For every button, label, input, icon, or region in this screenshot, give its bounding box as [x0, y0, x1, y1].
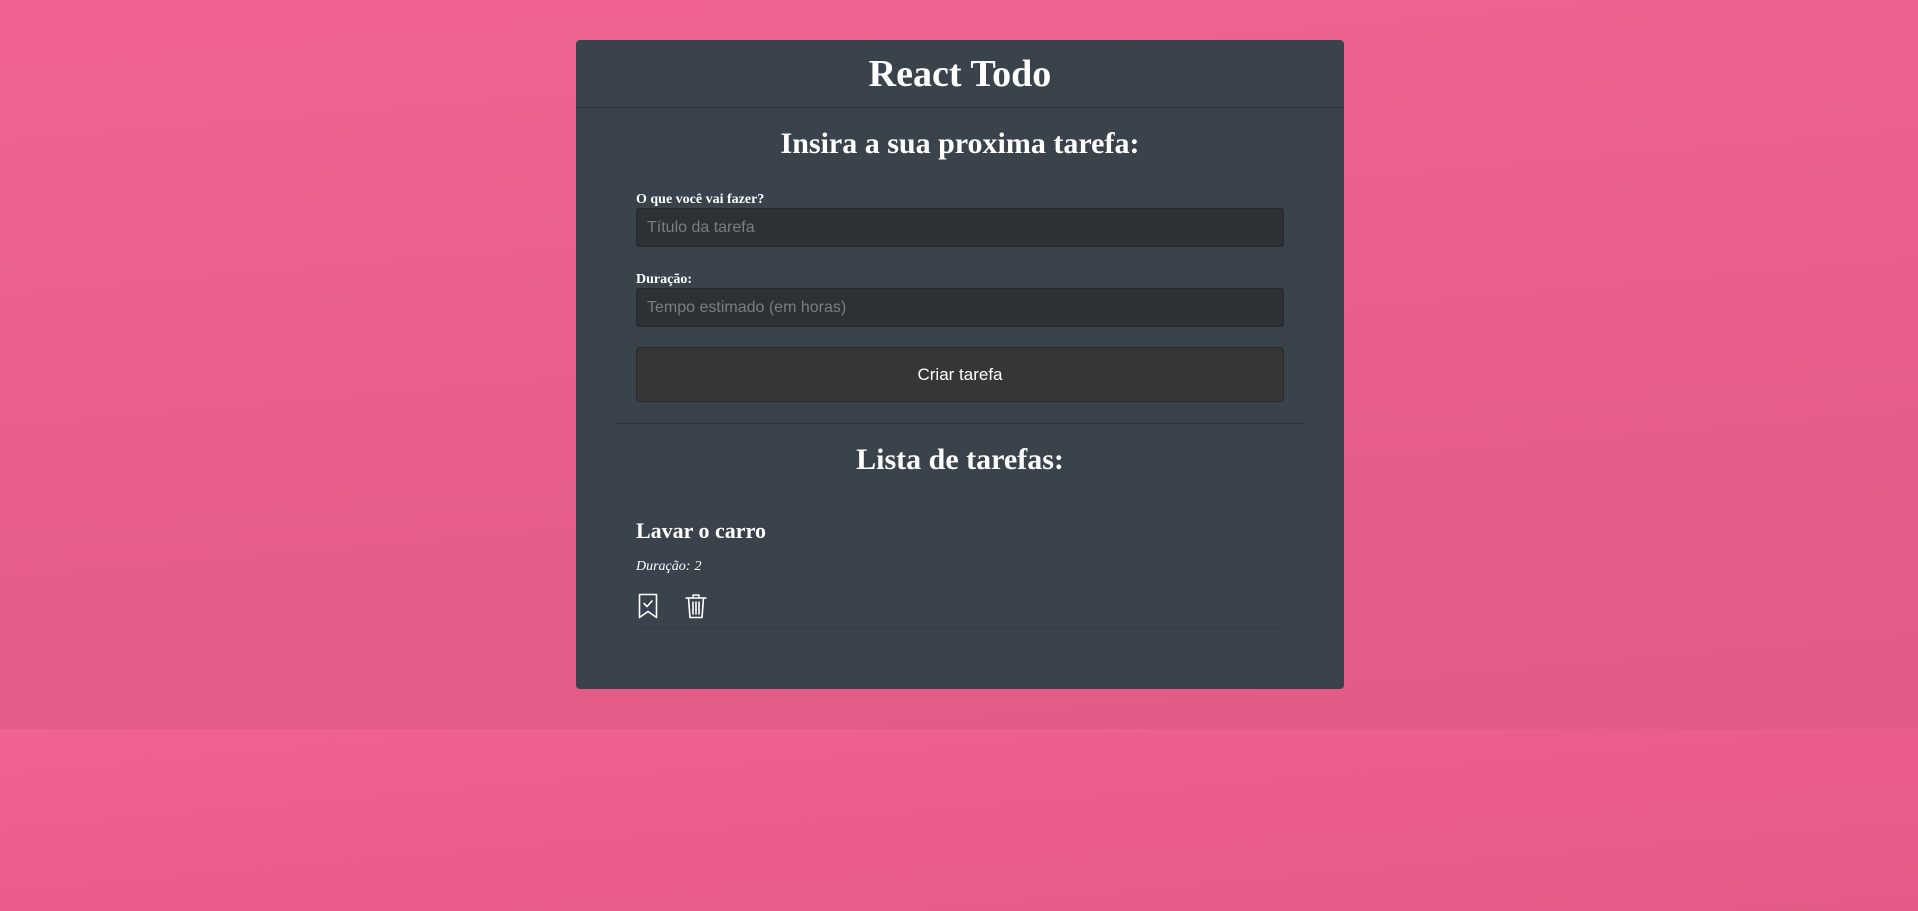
task-duration-value: 2: [694, 559, 702, 574]
task-actions: [636, 592, 708, 620]
create-task-button[interactable]: Criar tarefa: [636, 347, 1284, 402]
section-divider: [616, 423, 1304, 424]
task-item: Lavar o carro Duração: 2: [636, 518, 1284, 629]
task-duration-label: Duração:: [636, 272, 692, 287]
task-title-label: O que você vai fazer?: [636, 192, 765, 207]
app-header: React Todo: [576, 40, 1344, 108]
bookmark-check-icon[interactable]: [636, 592, 660, 620]
app-title: React Todo: [868, 52, 1052, 95]
todo-card: React Todo Insira a sua proxima tarefa: …: [576, 40, 1344, 689]
task-duration-prefix: Duração:: [636, 559, 691, 574]
task-duration: Duração: 2: [636, 560, 701, 574]
task-list-title: Lista de tarefas:: [856, 443, 1064, 476]
task-title-input[interactable]: [636, 208, 1284, 247]
trash-icon[interactable]: [684, 592, 708, 620]
task-duration-input[interactable]: [636, 288, 1284, 327]
form-title: Insira a sua proxima tarefa:: [780, 127, 1140, 160]
task-title: Lavar o carro: [636, 518, 766, 543]
page-background-bottom: [0, 729, 1918, 911]
